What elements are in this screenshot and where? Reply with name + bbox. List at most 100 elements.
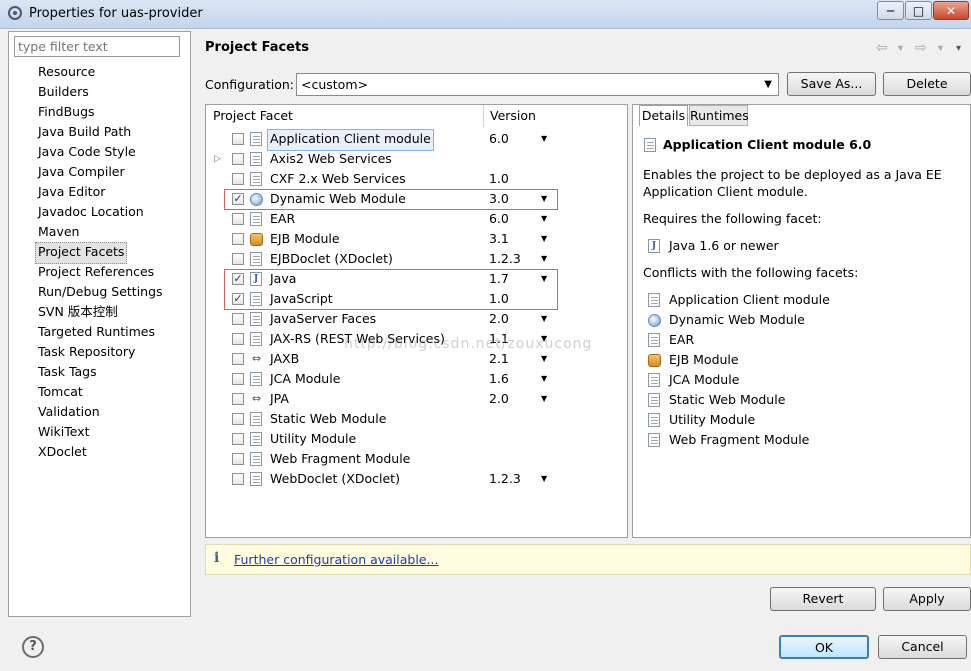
facet-checkbox[interactable] [232, 173, 244, 185]
facet-version[interactable]: 1.6 [489, 369, 509, 389]
revert-button[interactable]: Revert [770, 587, 876, 611]
facet-name[interactable]: Static Web Module [270, 409, 386, 429]
minimize-button[interactable]: ─ [877, 1, 904, 20]
page-icon [250, 252, 262, 266]
nav-item[interactable]: Tomcat [38, 382, 83, 402]
facet-checkbox[interactable] [232, 373, 244, 385]
facet-checkbox[interactable] [232, 453, 244, 465]
save-as-button[interactable]: Save As... [787, 72, 876, 96]
cancel-button[interactable]: Cancel [878, 635, 967, 659]
nav-item[interactable]: WikiText [38, 422, 90, 442]
back-arrow-icon[interactable]: ⇦ [876, 40, 888, 56]
facet-name[interactable]: Axis2 Web Services [270, 149, 392, 169]
facet-checkbox[interactable] [232, 433, 244, 445]
back-menu-icon[interactable]: ▾ [898, 43, 903, 54]
facet-checkbox[interactable] [232, 413, 244, 425]
eclipse-app-icon [8, 6, 22, 20]
facet-version[interactable]: 1.2.3 [489, 469, 521, 489]
facet-version[interactable]: 1.1 [489, 329, 509, 349]
version-dropdown-icon[interactable]: ▼ [541, 309, 547, 329]
nav-item[interactable]: Run/Debug Settings [38, 282, 163, 302]
facet-version[interactable]: 2.0 [489, 389, 509, 409]
further-configuration-link[interactable]: Further configuration available... [234, 552, 438, 567]
delete-button[interactable]: Delete [883, 72, 971, 96]
help-icon[interactable]: ? [22, 636, 44, 658]
page-icon [250, 212, 262, 226]
nav-item[interactable]: Java Build Path [38, 122, 131, 142]
nav-item[interactable]: Java Editor [38, 182, 105, 202]
version-dropdown-icon[interactable]: ▼ [541, 209, 547, 229]
facet-name[interactable]: EAR [270, 209, 295, 229]
version-dropdown-icon[interactable]: ▼ [541, 349, 547, 369]
facet-version[interactable]: 1.2.3 [489, 249, 521, 269]
facet-checkbox[interactable] [232, 133, 244, 145]
nav-item[interactable]: Project References [38, 262, 154, 282]
facet-name[interactable]: Web Fragment Module [270, 449, 410, 469]
version-dropdown-icon[interactable]: ▼ [541, 469, 547, 489]
facet-name[interactable]: JPA [270, 389, 289, 409]
version-dropdown-icon[interactable]: ▼ [541, 389, 547, 409]
version-dropdown-icon[interactable]: ▼ [541, 329, 547, 349]
nav-item[interactable]: Java Code Style [38, 142, 136, 162]
facet-checkbox[interactable] [232, 333, 244, 345]
nav-item[interactable]: Maven [38, 222, 79, 242]
tab-runtimes[interactable]: Runtimes [689, 105, 749, 126]
facet-name[interactable]: JAX-RS (REST Web Services) [270, 329, 445, 349]
facet-name[interactable]: EJBDoclet (XDoclet) [270, 249, 393, 269]
version-dropdown-icon[interactable]: ▼ [541, 369, 547, 389]
nav-item[interactable]: Validation [38, 402, 100, 422]
nav-item[interactable]: XDoclet [38, 442, 87, 462]
column-separator[interactable] [483, 105, 484, 127]
view-menu-icon[interactable]: ▾ [956, 43, 961, 54]
configuration-select[interactable]: <custom> ▼ [296, 73, 779, 96]
forward-menu-icon[interactable]: ▾ [938, 43, 943, 54]
page-icon [250, 432, 262, 446]
info-icon: i [214, 550, 220, 566]
facet-name[interactable]: WebDoclet (XDoclet) [270, 469, 400, 489]
column-header-version[interactable]: Version [490, 106, 536, 126]
nav-item[interactable]: Builders [38, 82, 89, 102]
nav-item[interactable]: Project Facets [35, 242, 128, 264]
nav-item[interactable]: SVN 版本控制 [38, 302, 118, 322]
facet-name[interactable]: Application Client module [267, 129, 434, 151]
column-header-facet[interactable]: Project Facet [213, 106, 293, 126]
close-button[interactable]: ✕ [933, 1, 969, 20]
filter-input[interactable] [14, 36, 180, 57]
maximize-button[interactable]: □ [905, 1, 932, 20]
facet-version[interactable]: 1.0 [489, 169, 509, 189]
ok-button[interactable]: OK [779, 635, 869, 659]
facet-checkbox[interactable] [232, 353, 244, 365]
facet-name[interactable]: JavaServer Faces [270, 309, 376, 329]
facet-checkbox[interactable] [232, 213, 244, 225]
facet-name[interactable]: CXF 2.x Web Services [270, 169, 406, 189]
facet-version[interactable]: 6.0 [489, 209, 509, 229]
version-dropdown-icon[interactable]: ▼ [541, 249, 547, 269]
version-dropdown-icon[interactable]: ▼ [541, 229, 547, 249]
apply-button[interactable]: Apply [883, 587, 971, 611]
nav-item[interactable]: FindBugs [38, 102, 95, 122]
expand-arrow-icon[interactable]: ▷ [214, 149, 222, 169]
facet-version[interactable]: 3.1 [489, 229, 509, 249]
facet-checkbox[interactable] [232, 313, 244, 325]
facet-name[interactable]: JAXB [270, 349, 299, 369]
facet-version[interactable]: 2.1 [489, 349, 509, 369]
facet-checkbox[interactable] [232, 253, 244, 265]
nav-item[interactable]: Resource [38, 62, 95, 82]
nav-item[interactable]: Task Repository [38, 342, 135, 362]
facet-name[interactable]: Utility Module [270, 429, 356, 449]
nav-item[interactable]: Task Tags [38, 362, 97, 382]
version-dropdown-icon[interactable]: ▼ [541, 129, 547, 149]
nav-item[interactable]: Javadoc Location [38, 202, 144, 222]
facet-name[interactable]: EJB Module [270, 229, 340, 249]
facet-name[interactable]: JCA Module [270, 369, 340, 389]
nav-item[interactable]: Targeted Runtimes [38, 322, 155, 342]
facet-checkbox[interactable] [232, 393, 244, 405]
forward-arrow-icon[interactable]: ⇨ [915, 40, 927, 56]
nav-item[interactable]: Java Compiler [38, 162, 125, 182]
facet-checkbox[interactable] [232, 233, 244, 245]
facet-checkbox[interactable] [232, 473, 244, 485]
facet-version[interactable]: 6.0 [489, 129, 509, 149]
facet-checkbox[interactable] [232, 153, 244, 165]
facet-version[interactable]: 2.0 [489, 309, 509, 329]
tab-details[interactable]: Details [639, 105, 688, 126]
